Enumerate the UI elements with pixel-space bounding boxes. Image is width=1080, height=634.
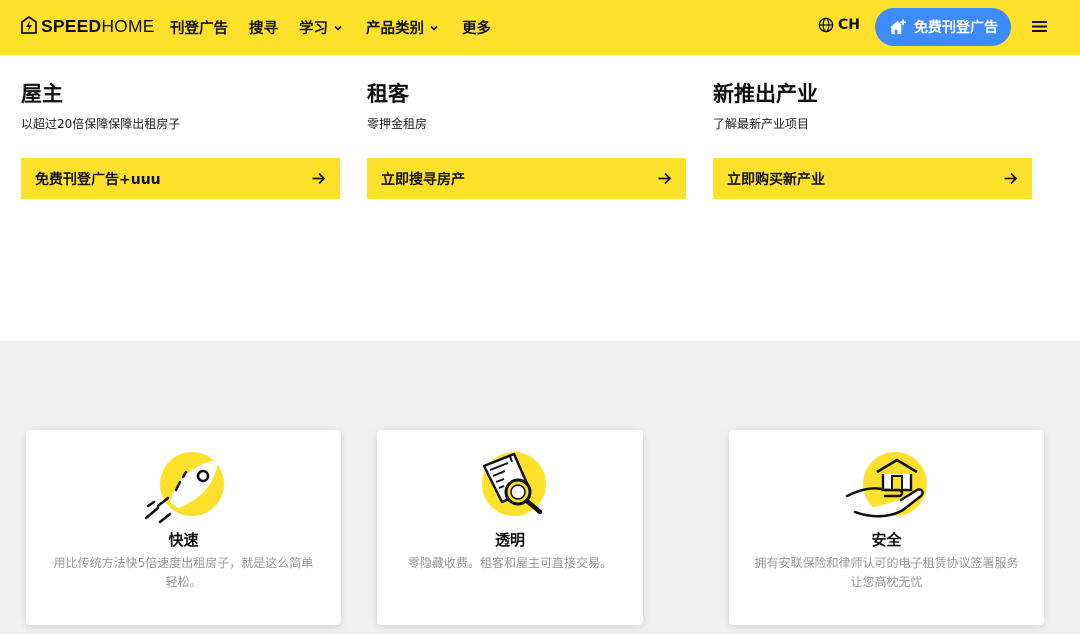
column-title: 新推出产业 <box>713 82 818 106</box>
nav-product-categories[interactable]: 产品类别 <box>366 17 439 38</box>
feature-description: 用比传统方法快5倍速度出租房子，就是这么简单轻松。 <box>53 556 314 589</box>
nav-search[interactable]: 搜寻 <box>249 17 278 38</box>
nav-label: 更多 <box>462 21 491 37</box>
feature-description: 零隐藏收费。租客和屋主可直接交易。 <box>407 556 612 570</box>
feature-title: 安全 <box>871 531 902 549</box>
rocket-icon <box>144 452 224 524</box>
new-property-cta-button[interactable]: 立即购买新产业 <box>713 158 1032 199</box>
arrow-right-icon <box>1004 172 1018 185</box>
hamburger-menu-icon[interactable] <box>1032 20 1047 33</box>
tenant-cta-button[interactable]: 立即搜寻房产 <box>367 158 686 199</box>
chevron-down-icon <box>430 25 438 31</box>
cta-label: 免费刊登广告+uuu <box>35 171 161 188</box>
hand-house-icon <box>845 452 927 518</box>
globe-icon <box>818 17 834 33</box>
column-subtitle: 了解最新产业项目 <box>713 117 810 131</box>
document-search-icon <box>482 452 546 516</box>
owner-column: 屋主 以超过20倍保障保障出租房子 免费刊登广告+uuu <box>21 80 341 199</box>
features-section: 快速 用比传统方法快5倍速度出租房子，就是这么简单轻松。 透明 零隐藏收费。租客… <box>0 341 1080 634</box>
top-navigation-bar: SPEEDHOME 刊登广告 搜寻 学习 产品类别 更多 CH 免费刊登广告 <box>0 0 1080 55</box>
column-title: 屋主 <box>21 82 63 106</box>
nav-post-ad[interactable]: 刊登广告 <box>170 17 228 38</box>
feature-title: 快速 <box>168 531 199 549</box>
brand-bold: SPEED <box>41 15 102 36</box>
column-subtitle: 零押金租房 <box>367 117 428 131</box>
cta-label: 立即购买新产业 <box>727 171 825 188</box>
language-switcher[interactable]: CH <box>818 17 860 33</box>
nav-label: 学习 <box>299 21 328 37</box>
nav-label: 刊登广告 <box>170 21 228 37</box>
house-plus-icon <box>889 18 907 34</box>
nav-learn[interactable]: 学习 <box>299 17 343 38</box>
column-title: 租客 <box>367 82 409 106</box>
cta-label: 立即搜寻房产 <box>381 171 465 188</box>
feature-card-fast: 快速 用比传统方法快5倍速度出租房子，就是这么简单轻松。 <box>26 430 341 625</box>
speedhome-logo[interactable]: SPEEDHOME <box>20 15 155 37</box>
feature-card-transparent: 透明 零隐藏收费。租客和屋主可直接交易。 <box>377 430 643 625</box>
tenant-column: 租客 零押金租房 立即搜寻房产 <box>367 80 687 199</box>
post-free-ad-button[interactable]: 免费刊登广告 <box>875 8 1011 46</box>
column-subtitle: 以超过20倍保障保障出租房子 <box>21 117 181 131</box>
new-property-column: 新推出产业 了解最新产业项目 立即购买新产业 <box>713 80 1033 199</box>
feature-title: 透明 <box>494 531 525 549</box>
logo-mark-icon <box>21 16 37 34</box>
chevron-down-icon <box>334 25 342 31</box>
nav-label: 搜寻 <box>249 21 278 37</box>
feature-card-secure: 安全 拥有安联保险和律师认可的电子租赁协议签署服务让您高枕无忧 <box>729 430 1044 625</box>
owner-cta-button[interactable]: 免费刊登广告+uuu <box>21 158 340 199</box>
arrow-right-icon <box>312 172 326 185</box>
nav-label: 产品类别 <box>366 21 424 37</box>
feature-description: 拥有安联保险和律师认可的电子租赁协议签署服务让您高枕无忧 <box>754 556 1019 589</box>
post-button-label: 免费刊登广告 <box>914 20 998 36</box>
language-label: CH <box>838 17 860 33</box>
arrow-right-icon <box>658 172 672 185</box>
nav-more[interactable]: 更多 <box>462 17 491 38</box>
brand-light: HOME <box>101 15 155 36</box>
